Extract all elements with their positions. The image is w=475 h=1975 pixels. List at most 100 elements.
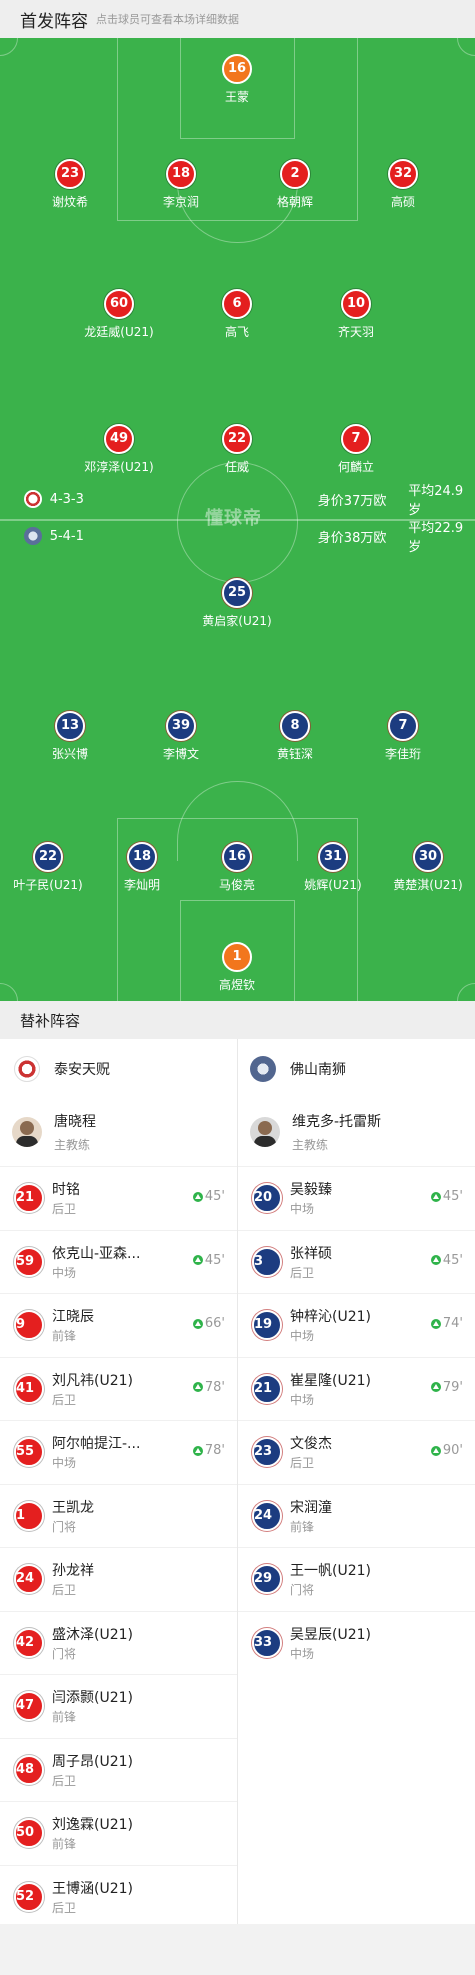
jersey-number: 24 [252,1500,282,1531]
sub-position: 中场 [290,1202,315,1216]
jersey-number: 25 [222,578,252,608]
jersey-number: 29 [252,1564,282,1594]
jersey-number: 23 [252,1437,282,1467]
away-player[interactable]: 1 高煜钦 [182,942,292,993]
away-player[interactable]: 39 李博文 [126,711,236,762]
player-name: 李博文 [162,747,199,761]
sub-in-minute: 74' [430,1316,463,1331]
home-player[interactable]: 22 任威 [182,424,292,475]
player-name: 任威 [224,460,249,474]
player-name: 李佳珩 [384,747,421,761]
away-sub-item[interactable]: 3 张祥硕 后卫 45' [238,1229,475,1294]
away-team-logo-icon [24,527,42,545]
home-coach-role: 主教练 [54,1138,91,1152]
sub-in-minute: 90' [430,1443,463,1458]
home-player[interactable]: 10 齐天羽 [301,289,411,340]
home-player[interactable]: 7 何麟立 [301,424,411,475]
sub-position: 中场 [52,1456,77,1470]
sub-in-arrow-icon [430,1191,441,1202]
away-player[interactable]: 31 姚辉(U21) [278,842,388,893]
sub-in-time: 45' [442,1189,463,1204]
sub-name: 王一帆(U21) [290,1563,371,1579]
home-player[interactable]: 18 李京润 [126,159,236,210]
sub-position: 后卫 [52,1900,77,1915]
player-name: 齐天羽 [337,325,374,339]
sub-name: 孙龙祥 [52,1563,94,1579]
jersey-number: 13 [55,711,85,741]
jersey-number: 21 [252,1373,282,1404]
home-sub-item[interactable]: 50 刘逸霖(U21) 前锋 [0,1801,237,1865]
home-sub-item[interactable]: 21 时铭 后卫 45' [0,1166,237,1230]
sub-in-time: 45' [204,1189,225,1204]
home-sub-item[interactable]: 41 刘凡祎(U21) 后卫 78' [0,1356,237,1421]
away-player[interactable]: 16 马俊亮 [182,842,292,893]
sub-position: 后卫 [290,1265,315,1280]
away-player[interactable]: 13 张兴博 [15,711,125,762]
away-team-value: 身价38万欧 [317,530,387,546]
home-sub-item[interactable]: 9 江晓辰 前锋 66' [0,1293,237,1357]
away-player[interactable]: 18 李灿明 [87,842,197,893]
subs-title: 替补阵容 [20,1011,81,1030]
away-sub-item[interactable]: 19 钟梓沁(U21) 中场 74' [238,1293,475,1357]
sub-name: 闫添颢(U21) [52,1690,133,1706]
sub-in-minute: 79' [430,1380,463,1395]
home-sub-item[interactable]: 52 王博涵(U21) 后卫 [0,1864,237,1929]
sub-in-time: 45' [204,1252,225,1268]
away-sub-item[interactable]: 21 崔星隆(U21) 中场 79' [238,1356,475,1421]
home-player[interactable]: 6 高飞 [182,289,292,340]
corner-arc [457,38,475,56]
sub-position: 前锋 [290,1519,315,1534]
away-sub-item[interactable]: 33 吴昱辰(U21) 中场 [238,1610,475,1675]
home-sub-item[interactable]: 42 盛沐泽(U21) 门将 [0,1610,237,1675]
sub-position: 前锋 [52,1329,77,1343]
away-sub-item[interactable]: 24 宋润潼前锋 [238,1483,475,1548]
away-sub-item[interactable]: 29 王一帆(U21) 门将 [238,1547,475,1611]
away-player[interactable]: 25 黄启家(U21) [182,578,292,629]
sub-position: 中场 [290,1646,315,1661]
away-coach[interactable]: 维克多-托雷斯 主教练 [250,1102,381,1162]
home-sub-item[interactable]: 59 依克山-亚森... 中场 45' [0,1229,237,1294]
sub-name: 盛沐泽(U21) [52,1626,133,1643]
home-player[interactable]: 49 邓淳泽(U21) [64,424,174,475]
home-coach[interactable]: 唐晓程 主教练 [12,1102,96,1162]
home-player[interactable]: 60 龙廷威(U21) [64,289,174,340]
jersey-number: 9 [14,1310,44,1340]
lineup-title: 首发阵容 [20,11,88,32]
home-player[interactable]: 2 格朝辉 [240,159,350,210]
player-name: 邓淳泽(U21) [84,460,154,474]
corner-arc [0,983,18,1001]
sub-in-time: 78' [204,1443,225,1458]
away-sub-item[interactable]: 20 吴毅臻 中场 45' [238,1166,475,1230]
jersey-number: 7 [341,424,371,454]
home-sub-item[interactable]: 55 阿尔帕提江-... 中场 78' [0,1420,237,1484]
sub-in-minute: 45' [192,1189,225,1204]
player-name: 马俊亮 [218,878,255,892]
away-player[interactable]: 8 黄钰深 [240,711,350,762]
jersey-number: 7 [388,711,418,741]
player-name: 李京润 [162,195,199,209]
player-name: 谢炆希 [51,195,88,209]
sub-name: 刘凡祎(U21) [52,1372,133,1389]
jersey-number: 33 [252,1627,282,1658]
home-sub-item[interactable]: 48 周子昂(U21) 后卫 [0,1737,237,1802]
jersey-number: 18 [166,159,196,189]
sub-name: 江晓辰 [52,1309,94,1325]
jersey-number: 23 [55,159,85,189]
home-sub-item[interactable]: 1 王凯龙 门将 [0,1483,237,1548]
home-team-row[interactable]: 泰安天贶 [14,1039,110,1099]
jersey-number: 49 [104,424,134,454]
home-player[interactable]: 32 高硕 [348,159,458,210]
away-team-row[interactable]: 佛山南狮 [250,1039,346,1099]
away-player[interactable]: 7 李佳珩 [348,711,458,762]
jersey-number: 22 [33,842,63,872]
sub-name: 宋润潼 [290,1499,332,1516]
home-player[interactable]: 16 王蒙 [182,54,292,105]
sub-name: 张祥硕 [290,1245,332,1262]
home-sub-item[interactable]: 47 闫添颢(U21) 前锋 [0,1674,237,1738]
sub-name: 崔星隆(U21) [290,1372,371,1389]
away-sub-item[interactable]: 23 文俊杰 后卫 90' [238,1420,475,1484]
home-sub-item[interactable]: 24 孙龙祥 后卫 [0,1547,237,1611]
home-player[interactable]: 23 谢炆希 [15,159,125,210]
away-player[interactable]: 30 黄楚淇(U21) [373,842,475,893]
away-team-logo-icon [250,1056,276,1082]
